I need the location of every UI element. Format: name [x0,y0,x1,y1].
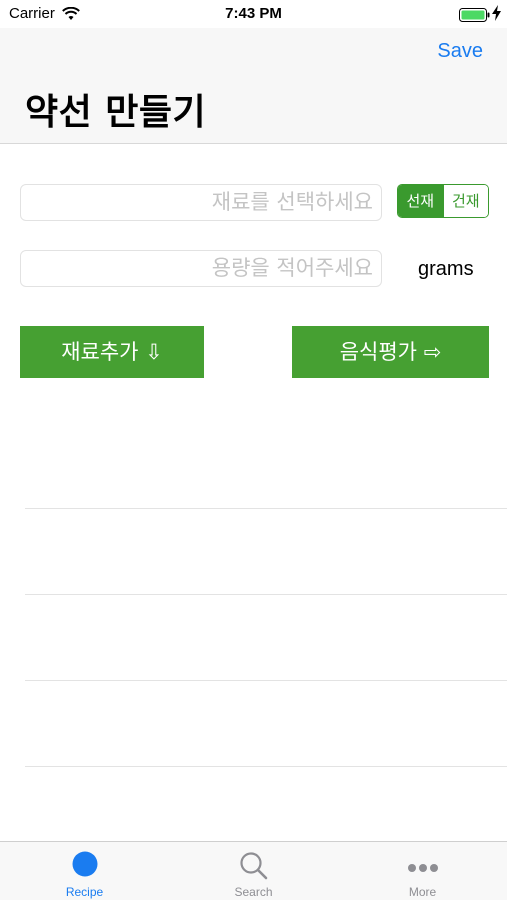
charge-icon [492,5,501,25]
tab-search-label: Search [234,885,273,899]
page-title: 약선 만들기 [25,92,207,133]
table-row-separator [25,508,507,509]
tab-more[interactable]: More [338,842,507,900]
segment-dried[interactable]: 건재 [442,185,488,217]
evaluate-food-button[interactable]: 음식평가 ⇨ [292,326,489,378]
tab-search[interactable]: Search [169,842,338,900]
ingredient-type-segmented-control[interactable]: 선재 건재 [397,184,489,218]
unit-label: grams [418,258,474,280]
status-bar: Carrier 7:43 PM [0,0,507,28]
table-row-separator [25,594,507,595]
amount-input-field[interactable]: 용량을 적어주세요 [20,250,382,287]
navigation-bar: Save 약선 만들기 [0,28,507,144]
circle-icon [72,851,98,881]
table-row-separator [25,766,507,767]
add-ingredient-button[interactable]: 재료추가 ⇩ [20,326,204,378]
segment-fresh[interactable]: 선재 [398,185,443,217]
tab-recipe[interactable]: Recipe [0,842,169,900]
status-time: 7:43 PM [225,5,282,22]
tab-recipe-label: Recipe [65,885,104,899]
tab-bar: Recipe Search More [0,841,507,900]
more-icon [407,858,439,877]
battery-icon [459,7,491,26]
ingredient-select-field[interactable]: 재료를 선택하세요 [20,184,382,221]
search-icon [239,851,269,885]
tab-more-label: More [408,885,437,899]
table-row-separator [25,680,507,681]
save-button[interactable]: Save [437,40,483,63]
